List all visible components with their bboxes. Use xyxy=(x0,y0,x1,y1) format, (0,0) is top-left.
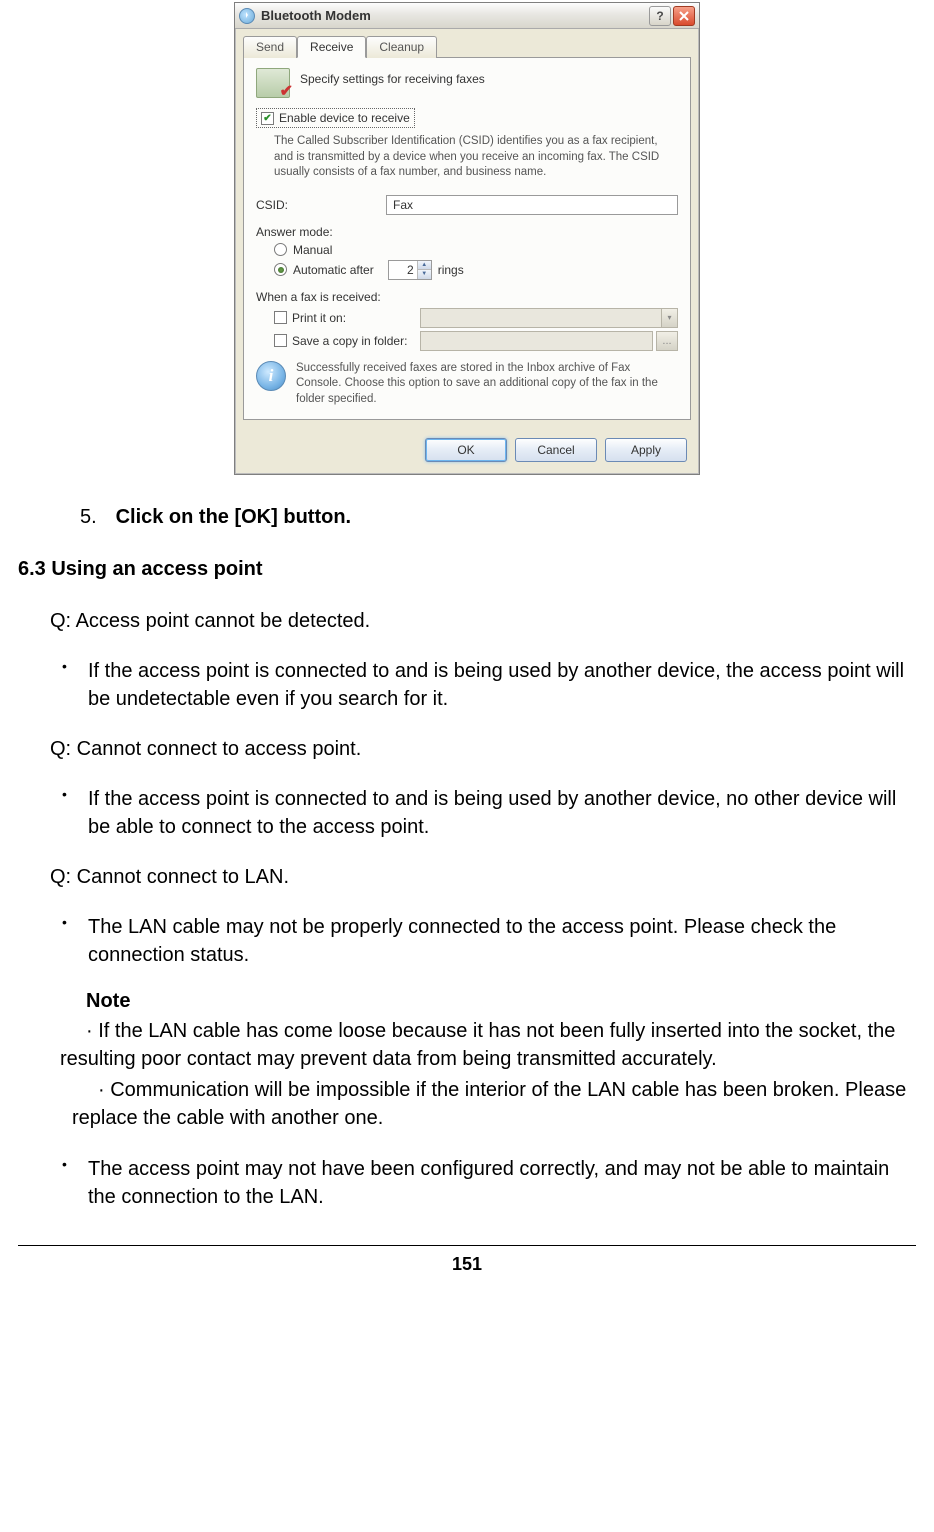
bluetooth-icon xyxy=(239,8,255,24)
printer-combo: ▾ xyxy=(420,308,678,328)
radio-manual-label: Manual xyxy=(293,243,332,257)
when-received-label: When a fax is received: xyxy=(256,290,678,304)
answer-1: If the access point is connected to and … xyxy=(58,657,916,713)
apply-button[interactable]: Apply xyxy=(605,438,687,462)
tab-cleanup[interactable]: Cleanup xyxy=(366,36,437,58)
question-3: Q: Cannot connect to LAN. xyxy=(50,863,916,891)
print-it-on-row[interactable]: Print it on: ▾ xyxy=(274,308,678,328)
help-button[interactable]: ? xyxy=(649,6,671,26)
answer-mode-automatic[interactable]: Automatic after 2 ▲ ▼ rings xyxy=(274,260,678,280)
enable-device-checkbox-row[interactable]: Enable device to receive xyxy=(256,108,415,128)
receive-panel: Specify settings for receiving faxes Ena… xyxy=(243,57,691,420)
save-copy-row[interactable]: Save a copy in folder: ... xyxy=(274,331,678,351)
tab-receive[interactable]: Receive xyxy=(297,36,366,58)
save-folder-field xyxy=(420,331,653,351)
dialog-button-bar: OK Cancel Apply xyxy=(235,428,699,474)
question-1: Q: Access point cannot be detected. xyxy=(50,607,916,635)
fax-settings-icon xyxy=(256,68,290,98)
answer-mode-manual[interactable]: Manual xyxy=(274,243,678,257)
chevron-down-icon: ▾ xyxy=(661,309,677,327)
step-5-number: 5. xyxy=(80,503,110,531)
save-copy-label: Save a copy in folder: xyxy=(292,334,412,348)
rings-value: 2 xyxy=(389,263,417,277)
section-heading: 6.3 Using an access point xyxy=(18,555,916,583)
close-button[interactable] xyxy=(673,6,695,26)
tab-strip: Send Receive Cleanup xyxy=(235,29,699,57)
print-label: Print it on: xyxy=(292,311,412,325)
radio-automatic-label: Automatic after xyxy=(293,263,374,277)
csid-label: CSID: xyxy=(256,198,386,212)
browse-button[interactable]: ... xyxy=(656,331,678,351)
cancel-button[interactable]: Cancel xyxy=(515,438,597,462)
step-5: 5. Click on the [OK] button. xyxy=(18,503,916,531)
spinner-down-icon[interactable]: ▼ xyxy=(418,270,431,279)
answer-2: If the access point is connected to and … xyxy=(58,785,916,841)
window-title: Bluetooth Modem xyxy=(261,8,647,23)
close-icon xyxy=(679,11,689,21)
bluetooth-modem-dialog: Bluetooth Modem ? Send Receive Cleanup S… xyxy=(234,2,700,475)
csid-info-text: The Called Subscriber Identification (CS… xyxy=(274,134,678,181)
print-checkbox[interactable] xyxy=(274,311,287,324)
document-body: 5. Click on the [OK] button. 6.3 Using a… xyxy=(10,503,924,1297)
ok-button[interactable]: OK xyxy=(425,438,507,462)
answer-4: The access point may not have been confi… xyxy=(58,1155,916,1211)
panel-header: Specify settings for receiving faxes xyxy=(300,68,485,86)
save-copy-checkbox[interactable] xyxy=(274,334,287,347)
note-block: · If the LAN cable has come loose becaus… xyxy=(86,1017,916,1133)
enable-device-checkbox[interactable] xyxy=(261,112,274,125)
answer-mode-label: Answer mode: xyxy=(256,225,678,239)
spinner-arrows[interactable]: ▲ ▼ xyxy=(417,261,431,279)
tab-send[interactable]: Send xyxy=(243,36,297,58)
inbox-info-text: Successfully received faxes are stored i… xyxy=(296,361,678,408)
info-icon: i xyxy=(256,361,286,391)
rings-label: rings xyxy=(438,263,464,277)
rings-spinner[interactable]: 2 ▲ ▼ xyxy=(388,260,432,280)
spinner-up-icon[interactable]: ▲ xyxy=(418,261,431,271)
answer-3: The LAN cable may not be properly connec… xyxy=(58,913,916,969)
step-5-text: Click on the [OK] button. xyxy=(116,506,352,528)
note-2: · Communication will be impossible if th… xyxy=(72,1076,916,1133)
note-1: · If the LAN cable has come loose becaus… xyxy=(60,1017,916,1074)
radio-manual[interactable] xyxy=(274,243,287,256)
csid-input[interactable]: Fax xyxy=(386,195,678,215)
enable-device-label: Enable device to receive xyxy=(279,111,410,125)
title-bar: Bluetooth Modem ? xyxy=(235,3,699,29)
page-number: 151 xyxy=(18,1245,916,1277)
question-2: Q: Cannot connect to access point. xyxy=(50,735,916,763)
note-label: Note xyxy=(86,987,916,1015)
radio-automatic[interactable] xyxy=(274,263,287,276)
